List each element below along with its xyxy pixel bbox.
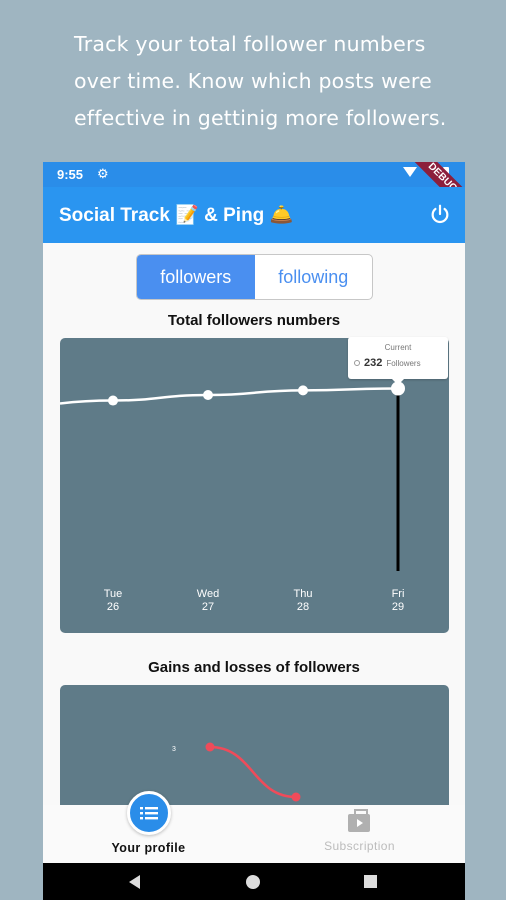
- chart-data-point[interactable]: [203, 389, 213, 400]
- x-tick-date: 26: [106, 601, 120, 613]
- gains-series-line: [209, 745, 297, 799]
- status-time: 9:55: [57, 167, 84, 182]
- x-tick-date: 27: [201, 601, 215, 613]
- nav-subscription[interactable]: Subscription: [254, 805, 465, 863]
- promo-line-3: effective in gettinig more followers.: [74, 106, 447, 130]
- status-bar: 9:55 ⚙: [43, 162, 465, 187]
- x-tick-label: Thu 28: [283, 588, 323, 614]
- app-title: Social Track 📝 & Ping 🛎️: [59, 205, 294, 226]
- back-icon[interactable]: [129, 875, 140, 889]
- toggle-following[interactable]: following: [255, 255, 373, 299]
- x-tick-date: 28: [296, 601, 310, 613]
- followers-chart[interactable]: Tue 26 Wed 27 Thu 28 Fri 29: [60, 338, 449, 633]
- system-navigation-bar: [43, 863, 465, 900]
- x-tick-label: Fri 29: [378, 588, 418, 614]
- subscription-icon: [348, 809, 370, 832]
- x-tick-date: 29: [391, 601, 405, 613]
- x-tick-label: Tue 26: [93, 588, 133, 614]
- nav-your-profile[interactable]: Your profile: [43, 791, 254, 863]
- promo-line-2: over time. Know which posts were: [74, 69, 432, 93]
- app-bar: Social Track 📝 & Ping 🛎️: [43, 187, 465, 243]
- wifi-icon: [403, 167, 417, 177]
- promo-caption: Track your total follower numbers over t…: [74, 26, 494, 137]
- tooltip-dot-icon: [354, 360, 360, 366]
- home-icon[interactable]: [246, 875, 260, 889]
- toggle-followers[interactable]: followers: [137, 255, 255, 299]
- nav-subscription-label: Subscription: [324, 839, 395, 853]
- power-icon[interactable]: [429, 203, 451, 225]
- tooltip-value: 232: [364, 357, 383, 369]
- gains-chart-svg: 3: [172, 742, 301, 802]
- gear-icon: ⚙: [97, 166, 109, 181]
- gains-data-point[interactable]: [205, 742, 215, 752]
- x-tick-day: Thu: [293, 588, 313, 600]
- x-tick-day: Tue: [103, 588, 123, 600]
- recent-apps-icon[interactable]: [364, 875, 377, 888]
- promo-line-1: Track your total follower numbers: [74, 32, 426, 56]
- followers-chart-title: Total followers numbers: [167, 312, 341, 329]
- x-tick-day: Wed: [196, 588, 220, 600]
- gains-chart-title: Gains and losses of followers: [148, 659, 360, 676]
- phone-screen: 9:55 ⚙ DEBUG Social Track 📝 & Ping 🛎️ fo…: [43, 162, 465, 900]
- tooltip-value-row: 232 Followers: [354, 357, 421, 369]
- gains-point-label: 3: [172, 746, 176, 753]
- followers-following-toggle: followers following: [136, 254, 373, 300]
- tooltip-unit: Followers: [386, 358, 421, 368]
- gains-chart[interactable]: 3: [60, 685, 449, 815]
- chart-data-point[interactable]: [108, 395, 118, 406]
- chart-tooltip: Current 232 Followers: [348, 337, 448, 385]
- chart-data-point[interactable]: [298, 385, 308, 396]
- list-icon[interactable]: [127, 791, 171, 835]
- x-tick-day: Fri: [391, 588, 405, 600]
- gains-data-point[interactable]: [291, 792, 301, 802]
- tooltip-label: Current: [384, 343, 412, 352]
- x-tick-label: Wed 27: [188, 588, 228, 614]
- bottom-navigation: Your profile Subscription: [43, 791, 465, 863]
- nav-your-profile-label: Your profile: [111, 841, 186, 855]
